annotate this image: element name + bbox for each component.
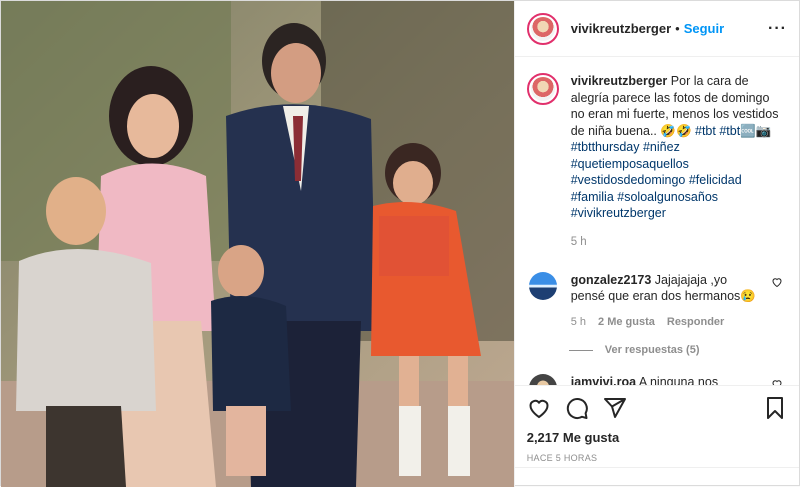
post-photo[interactable] [1, 1, 514, 487]
hashtag-line[interactable]: #familia #soloalgunosaños [571, 189, 785, 206]
author-username[interactable]: vivikreutzberger [571, 21, 671, 36]
follow-button[interactable]: Seguir [684, 21, 724, 36]
hashtag-line[interactable]: #vivikreutzberger [571, 205, 785, 222]
comment-text: A ninguna nos [638, 375, 719, 385]
reply-button[interactable]: Responder [667, 314, 724, 330]
post-date[interactable]: HACE 5 HORAS [527, 453, 787, 463]
more-icon[interactable]: ··· [768, 20, 787, 38]
separator-dot: • [675, 21, 680, 36]
comment-time[interactable]: 5 h [571, 314, 586, 330]
bookmark-icon[interactable] [763, 396, 787, 420]
caption-username[interactable]: vivikreutzberger [571, 74, 668, 88]
vintage-family-photo [1, 1, 514, 487]
post-sidebar: vivikreutzberger • Seguir ··· vivikreutz… [513, 1, 799, 487]
caption-inline-tags[interactable]: #tbt #tbt🆒📷 [695, 124, 771, 138]
comment-username[interactable]: iamvivi.roa [571, 375, 636, 385]
commenter-avatar[interactable] [528, 374, 557, 385]
post-actions: 2,217 Me gusta HACE 5 HORAS [514, 385, 799, 463]
view-replies[interactable]: Ver respuestas (5) [568, 344, 785, 356]
action-icons [527, 394, 787, 422]
caption-time[interactable]: 5 h [571, 234, 785, 251]
replies-divider [568, 349, 593, 351]
add-comment-bar[interactable] [514, 467, 799, 487]
caption-body: vivikreutzberger Por la cara de alegría … [571, 73, 785, 250]
hashtag-line[interactable]: #quetiemposaquellos [571, 156, 785, 173]
hashtag-line[interactable]: #vestidosdedomingo #felicidad [571, 172, 785, 189]
comment: gonzalez2173 Jajajajaja ,yo pensé que er… [527, 272, 785, 330]
view-replies-label[interactable]: Ver respuestas (5) [605, 344, 700, 356]
heart-icon[interactable] [527, 396, 551, 420]
commenter-avatar[interactable] [528, 272, 557, 300]
share-icon[interactable] [603, 396, 627, 420]
comment-body: iamvivi.roa A ninguna nos [571, 374, 761, 385]
author-avatar[interactable] [526, 12, 559, 45]
caption: vivikreutzberger Por la cara de alegría … [526, 73, 785, 250]
small-heart-icon[interactable] [771, 378, 783, 385]
comments-section[interactable]: vivikreutzberger Por la cara de alegría … [515, 57, 799, 385]
comment-likes[interactable]: 2 Me gusta [598, 314, 655, 330]
comment-meta: 5 h 2 Me gusta Responder [571, 314, 761, 330]
post-header: vivikreutzberger • Seguir ··· [514, 1, 799, 57]
comment-body: gonzalez2173 Jajajajaja ,yo pensé que er… [571, 272, 761, 330]
comment-username[interactable]: gonzalez2173 [571, 273, 652, 287]
likes-count[interactable]: 2,217 Me gusta [527, 430, 787, 445]
hashtag-line[interactable]: #tbtthursday #niñez [571, 139, 785, 156]
small-heart-icon[interactable] [771, 276, 783, 291]
caption-avatar[interactable] [526, 73, 559, 105]
post-container: vivikreutzberger • Seguir ··· vivikreutz… [0, 0, 800, 487]
comment: iamvivi.roa A ninguna nos [527, 374, 785, 385]
comment-icon[interactable] [565, 396, 589, 420]
